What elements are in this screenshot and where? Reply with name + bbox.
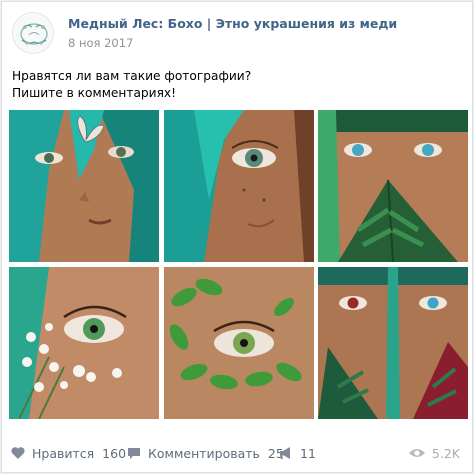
post-author-link[interactable]: Медный Лес: Бохо | Этно украшения из мед… <box>68 16 397 31</box>
comment-button[interactable]: Комментировать 25 <box>126 442 284 464</box>
post-text-line: Пишите в комментариях! <box>12 86 177 100</box>
post-text-line: Нравятся ли вам такие фотографии? <box>12 69 252 83</box>
share-megaphone-icon <box>278 445 294 461</box>
views-count: 5.2K <box>431 445 460 461</box>
share-button[interactable]: 11 <box>278 442 316 464</box>
photo-eye-leaves[interactable] <box>164 267 314 419</box>
like-count: 160 <box>102 445 127 461</box>
photo-eye-flowers[interactable] <box>9 267 159 419</box>
photo-face-eye[interactable] <box>164 110 314 262</box>
views-eye-icon <box>408 446 426 460</box>
views-counter: 5.2K <box>408 442 460 464</box>
post-actions: Нравится 160 Комментировать 25 11 5.2K <box>2 442 474 464</box>
wall-post: Медный Лес: Бохо | Этно украшения из мед… <box>1 1 473 473</box>
share-count: 11 <box>300 445 316 461</box>
comment-label: Комментировать <box>148 445 260 461</box>
like-heart-icon <box>10 445 26 461</box>
like-button[interactable]: Нравится 160 <box>10 442 126 464</box>
post-date[interactable]: 8 ноя 2017 <box>68 36 133 50</box>
like-label: Нравится <box>32 445 95 461</box>
photo-face-butterfly[interactable] <box>9 110 159 262</box>
photo-twins-fern[interactable] <box>318 267 468 419</box>
photo-face-fern[interactable] <box>318 110 468 262</box>
post-header: Медный Лес: Бохо | Этно украшения из мед… <box>12 12 462 54</box>
post-text: Нравятся ли вам такие фотографии? Пишите… <box>12 68 462 102</box>
photo-grid <box>9 110 468 419</box>
community-avatar[interactable] <box>12 12 54 54</box>
comment-bubble-icon <box>126 445 142 461</box>
